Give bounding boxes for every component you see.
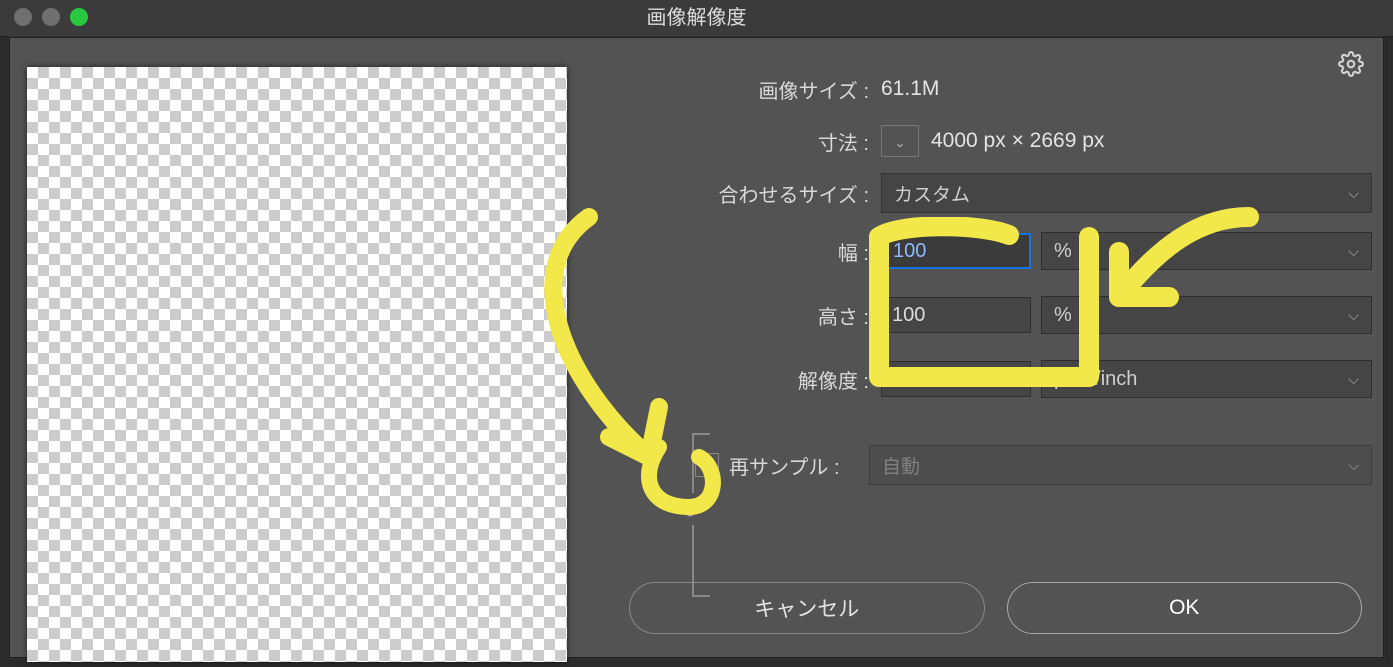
- ok-button[interactable]: OK: [1007, 582, 1363, 634]
- chevron-down-icon: ⌃: [894, 133, 906, 150]
- fit-to-select[interactable]: カスタム ⌵: [881, 173, 1372, 213]
- chevron-down-icon: ⌵: [1348, 243, 1359, 260]
- window-title: 画像解像度: [647, 7, 747, 29]
- transparency-checker: [27, 67, 567, 662]
- fit-to-value: カスタム: [894, 180, 970, 207]
- dimensions-label: 寸法 :: [609, 127, 881, 156]
- close-window-icon[interactable]: [14, 8, 32, 26]
- image-size-value: 61.1M: [881, 77, 939, 101]
- link-icon[interactable]: [682, 493, 704, 525]
- title-bar: 画像解像度: [0, 0, 1393, 37]
- image-size-dialog: 画像サイズ : 61.1M 寸法 : ⌃ 4000 px × 2669 px 合…: [8, 36, 1385, 659]
- fit-to-label: 合わせるサイズ :: [609, 179, 881, 208]
- height-label: 高さ :: [769, 301, 881, 330]
- resolution-unit-select[interactable]: pixel/inch ⌵: [1041, 360, 1372, 398]
- chevron-down-icon: ⌵: [1348, 307, 1359, 324]
- chevron-down-icon: ⌵: [1348, 457, 1359, 474]
- resolution-label: 解像度 :: [769, 365, 881, 394]
- width-unit-value: %: [1054, 240, 1072, 263]
- cancel-button[interactable]: キャンセル: [629, 582, 985, 634]
- chevron-down-icon: ⌵: [1348, 371, 1359, 388]
- traffic-lights: [14, 8, 88, 26]
- minimize-window-icon[interactable]: [42, 8, 60, 26]
- preview-canvas: [27, 67, 567, 662]
- resample-method-value: 自動: [882, 452, 920, 479]
- resolution-unit-value: pixel/inch: [1054, 368, 1137, 391]
- height-input[interactable]: [881, 297, 1031, 333]
- height-unit-value: %: [1054, 304, 1072, 327]
- resolution-input[interactable]: [881, 361, 1031, 397]
- dialog-buttons: キャンセル OK: [629, 582, 1362, 634]
- dimensions-value: 4000 px × 2669 px: [931, 129, 1104, 153]
- resample-label: 再サンプル :: [729, 451, 869, 480]
- image-size-label: 画像サイズ :: [609, 75, 881, 104]
- resample-method-select: 自動 ⌵: [869, 445, 1372, 485]
- width-label: 幅 :: [769, 237, 881, 266]
- height-unit-select[interactable]: % ⌵: [1041, 296, 1372, 334]
- controls-panel: 画像サイズ : 61.1M 寸法 : ⌃ 4000 px × 2669 px 合…: [609, 55, 1372, 640]
- dimensions-unit-button[interactable]: ⌃: [881, 125, 919, 157]
- width-unit-select[interactable]: % ⌵: [1041, 232, 1372, 270]
- chevron-down-icon: ⌵: [1348, 185, 1359, 202]
- width-input[interactable]: [881, 233, 1031, 269]
- zoom-window-icon[interactable]: [70, 8, 88, 26]
